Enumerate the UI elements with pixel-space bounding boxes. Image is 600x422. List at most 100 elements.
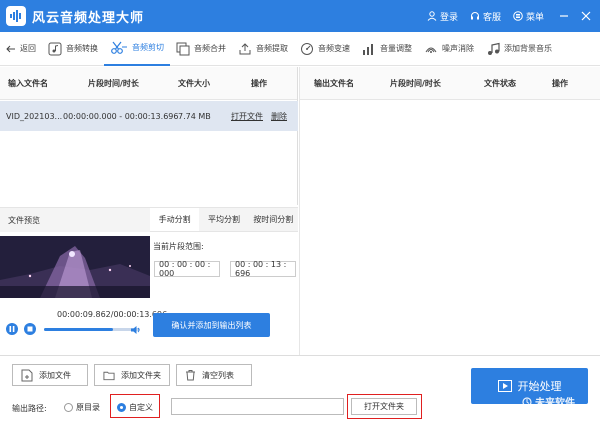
video-frame-image bbox=[0, 236, 150, 298]
user-icon bbox=[427, 11, 437, 21]
input-file-table: 输入文件名 片段时间/时长 文件大小 操作 VID_202103... 00:0… bbox=[0, 67, 298, 205]
output-path-label: 输出路径: bbox=[12, 404, 47, 413]
music-icon bbox=[488, 42, 500, 55]
tool-label: 音频剪切 bbox=[132, 43, 164, 52]
output-table-header: 输出文件名 片段时间/时长 文件状态 操作 bbox=[300, 67, 600, 100]
folder-icon bbox=[103, 371, 115, 380]
speed-icon bbox=[301, 42, 313, 55]
file-preview-label: 文件预览 bbox=[0, 207, 150, 232]
row-time-range: 00:00:00.000 - 00:00:13.696 bbox=[63, 111, 179, 121]
title-bar: 风云音频处理大师 登录 客服 菜单 bbox=[0, 0, 600, 32]
tool-audio-extract[interactable]: 音频提取 bbox=[232, 32, 294, 66]
close-button[interactable] bbox=[578, 8, 594, 24]
output-path-input[interactable] bbox=[171, 398, 344, 415]
playback-time: 00:00:09.862/00:00:13.696 bbox=[57, 310, 168, 319]
minimize-icon bbox=[560, 15, 568, 17]
scissors-icon bbox=[111, 41, 127, 54]
tab-time-split[interactable]: 按时间分割 bbox=[249, 208, 298, 231]
col-size: 文件大小 bbox=[178, 78, 210, 88]
tool-audio-speed[interactable]: 音频变速 bbox=[294, 32, 356, 66]
tool-audio-merge[interactable]: 音频合并 bbox=[170, 32, 232, 66]
open-folder-button[interactable]: 打开文件夹 bbox=[351, 398, 417, 415]
app-logo-icon bbox=[6, 6, 26, 26]
tool-label: 音量调整 bbox=[380, 44, 412, 53]
add-file-label: 添加文件 bbox=[39, 370, 71, 380]
radio-custom-indicator bbox=[117, 403, 126, 412]
add-folder-button[interactable]: 添加文件夹 bbox=[94, 364, 170, 386]
radio-original-indicator bbox=[64, 403, 73, 412]
back-label: 返回 bbox=[20, 44, 36, 53]
service-label: 客服 bbox=[482, 12, 501, 23]
row-size: 7.74 MB bbox=[178, 111, 211, 121]
arrow-left-icon bbox=[6, 45, 15, 52]
tab-average-split[interactable]: 平均分割 bbox=[199, 208, 248, 231]
tool-volume-adjust[interactable]: 音量调整 bbox=[356, 32, 418, 66]
tool-label: 添加背景音乐 bbox=[504, 44, 552, 53]
volume-bars-icon bbox=[363, 43, 373, 55]
col-output-status: 文件状态 bbox=[484, 78, 516, 88]
upload-icon bbox=[239, 42, 251, 54]
tool-label: 噪声消除 bbox=[442, 44, 474, 53]
play-icon bbox=[497, 380, 512, 392]
bottom-bar: 添加文件 添加文件夹 清空列表 输出路径: 原目录 自定义 打开文件夹 开始处理… bbox=[0, 355, 600, 422]
merge-icon bbox=[176, 42, 190, 55]
col-output-name: 输出文件名 bbox=[314, 78, 354, 88]
watermark-text: 未来软件 bbox=[535, 398, 575, 409]
start-process-label: 开始处理 bbox=[517, 380, 562, 393]
delete-link[interactable]: 删除 bbox=[271, 111, 287, 122]
col-output-time: 片段时间/时长 bbox=[390, 78, 441, 88]
watermark-circle-icon bbox=[522, 396, 532, 407]
back-button[interactable]: 返回 bbox=[0, 32, 42, 66]
tool-label: 音频变速 bbox=[318, 44, 350, 53]
service-button[interactable]: 客服 bbox=[470, 10, 501, 23]
segment-label: 当前片段范围: bbox=[153, 242, 204, 251]
noise-icon bbox=[425, 47, 437, 53]
menu-button[interactable]: 菜单 bbox=[513, 10, 544, 23]
tool-audio-cut[interactable]: 音频剪切 bbox=[104, 32, 170, 66]
add-file-icon bbox=[21, 369, 33, 381]
menu-label: 菜单 bbox=[525, 12, 544, 23]
headset-icon bbox=[470, 12, 479, 20]
table-row[interactable]: VID_202103... 00:00:00.000 - 00:00:13.69… bbox=[0, 101, 298, 131]
music-note-icon bbox=[48, 42, 62, 55]
minimize-button[interactable] bbox=[556, 8, 572, 24]
tool-label: 音频合并 bbox=[194, 44, 226, 53]
confirm-add-output-button[interactable]: 确认并添加到输出列表 bbox=[153, 313, 270, 337]
radio-custom-dir[interactable]: 自定义 bbox=[117, 402, 153, 413]
pause-button[interactable] bbox=[6, 323, 18, 335]
pause-icon bbox=[9, 326, 15, 332]
radio-original-label: 原目录 bbox=[76, 403, 100, 412]
segment-end-input[interactable]: 00 : 00 : 13 : 696 bbox=[230, 260, 296, 278]
split-mode-tabs: 手动分割 平均分割 按时间分割 bbox=[150, 207, 298, 232]
segment-start-input[interactable]: 00 : 00 : 00 : 000 bbox=[154, 260, 220, 278]
tool-label: 音频提取 bbox=[256, 44, 288, 53]
volume-icon[interactable] bbox=[130, 325, 142, 335]
add-folder-label: 添加文件夹 bbox=[121, 370, 161, 380]
open-file-link[interactable]: 打开文件 bbox=[231, 111, 263, 122]
output-file-table: 输出文件名 片段时间/时长 文件状态 操作 bbox=[299, 67, 600, 355]
progress-track[interactable] bbox=[44, 328, 140, 331]
col-action: 操作 bbox=[251, 78, 267, 88]
app-title: 风云音频处理大师 bbox=[32, 10, 145, 26]
login-button[interactable]: 登录 bbox=[427, 10, 458, 23]
trash-icon bbox=[186, 370, 195, 381]
add-file-button[interactable]: 添加文件 bbox=[12, 364, 88, 386]
tool-add-bgm[interactable]: 添加背景音乐 bbox=[480, 32, 558, 66]
menu-icon bbox=[513, 11, 523, 21]
segment-range-area: 当前片段范围: 00 : 00 : 00 : 000 00 : 00 : 13 … bbox=[150, 232, 298, 302]
tool-audio-convert[interactable]: 音频转换 bbox=[42, 32, 104, 66]
clear-list-label: 清空列表 bbox=[202, 370, 234, 380]
tab-manual-split[interactable]: 手动分割 bbox=[150, 208, 200, 231]
stop-icon bbox=[27, 326, 33, 332]
feature-toolbar: 返回 音频转换 音频剪切 音频合并 音频提取 音频变速 音量调整 噪声消除 添加… bbox=[0, 32, 600, 66]
video-preview[interactable] bbox=[0, 236, 150, 298]
stop-button[interactable] bbox=[24, 323, 36, 335]
row-filename: VID_202103... bbox=[6, 111, 63, 121]
clear-list-button[interactable]: 清空列表 bbox=[176, 364, 252, 386]
login-label: 登录 bbox=[439, 12, 458, 23]
radio-original-dir[interactable]: 原目录 bbox=[64, 402, 100, 413]
tool-noise-removal[interactable]: 噪声消除 bbox=[418, 32, 480, 66]
input-table-header: 输入文件名 片段时间/时长 文件大小 操作 bbox=[0, 67, 297, 100]
radio-custom-label: 自定义 bbox=[129, 403, 153, 412]
col-time: 片段时间/时长 bbox=[88, 78, 139, 88]
